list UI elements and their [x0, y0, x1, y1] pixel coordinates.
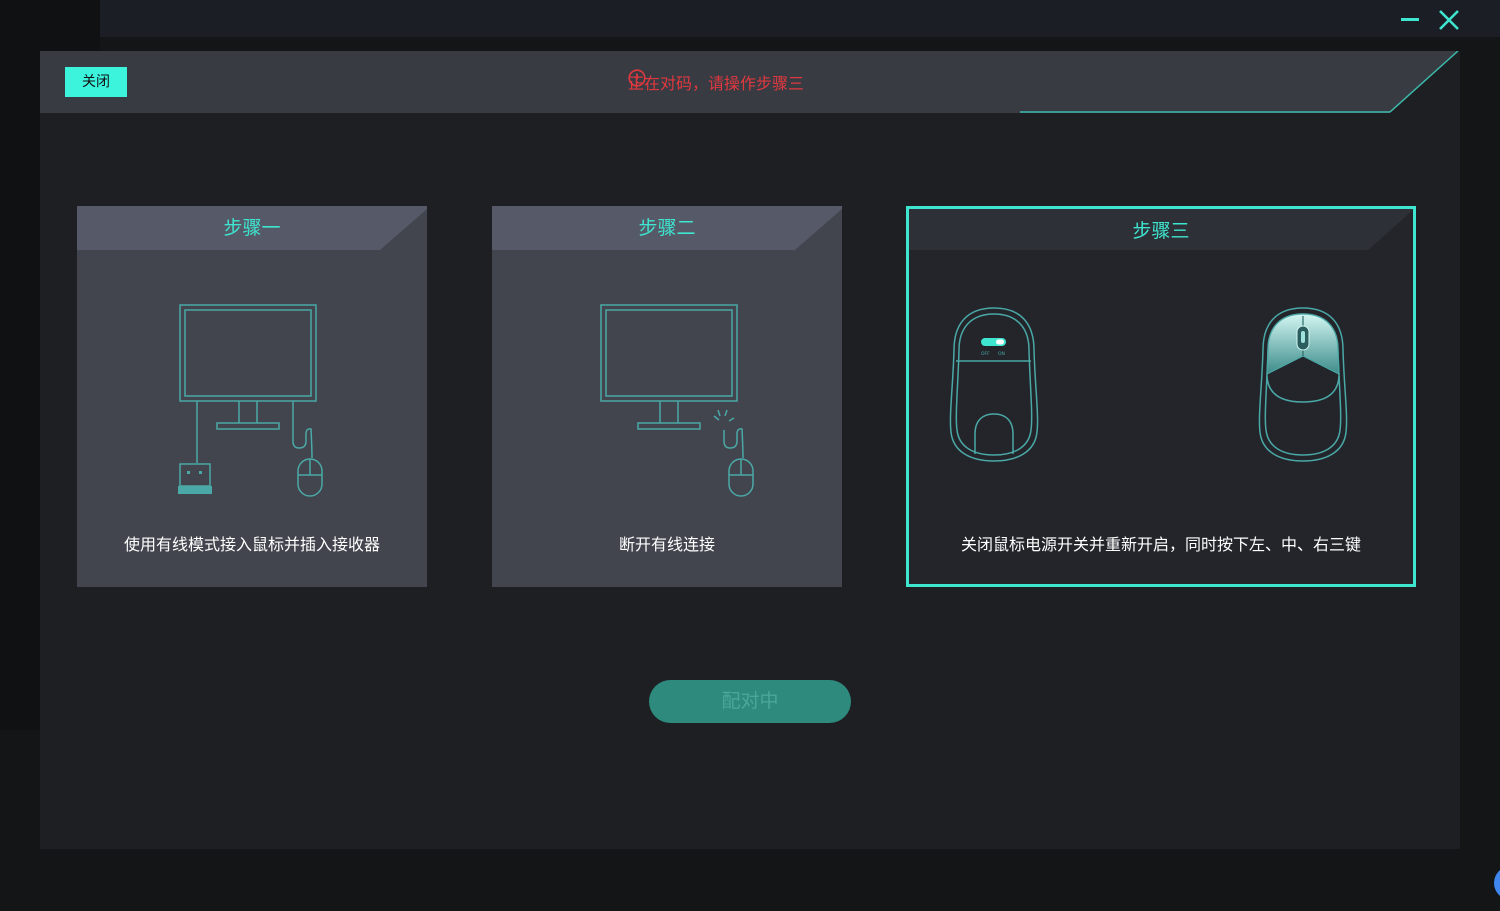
step-two-header: 步骤二 [492, 206, 842, 250]
alert-circle-icon [628, 69, 646, 87]
step-three-title: 步骤三 [1132, 220, 1190, 242]
switch-off-label: OFF [981, 351, 990, 357]
step-two-card: 步骤二 断开有线连接 [492, 206, 842, 587]
close-icon[interactable] [1437, 8, 1461, 32]
step-two-title: 步骤二 [638, 217, 696, 239]
switch-on-label: ON [998, 351, 1005, 357]
background-top-bar [100, 0, 1500, 37]
step-three-description: 关闭鼠标电源开关并重新开启，同时按下左、中、右三键 [960, 535, 1361, 554]
step-one-title: 步骤一 [223, 217, 281, 239]
mouse-three-buttons-icon [1258, 307, 1348, 462]
monitor-unplug-mouse-icon [600, 304, 754, 497]
step-three-card: 步骤三 OFF ON 关闭鼠标电源开关并重新开启，同时按下左、中、右三键 [906, 206, 1416, 587]
step-one-header: 步骤一 [77, 206, 427, 250]
dialog-header: 关闭 正在对码，请操作步骤三 [40, 51, 1460, 113]
mouse-power-switch-icon: OFF ON [949, 307, 1039, 462]
pairing-status-text: 正在对码，请操作步骤三 [628, 74, 805, 93]
close-button[interactable]: 关闭 [65, 67, 127, 97]
step-one-card: 步骤一 使用有线模式接入鼠标并插入接收器 [77, 206, 427, 587]
pairing-status: 正在对码，请操作步骤三 [628, 69, 804, 95]
monitor-receiver-mouse-icon [178, 304, 323, 497]
floating-assistant-badge[interactable] [1494, 866, 1500, 900]
step-three-header: 步骤三 [909, 209, 1413, 253]
pairing-button[interactable]: 配对中 [649, 680, 851, 723]
step-two-description: 断开有线连接 [618, 535, 715, 554]
pairing-dialog: 关闭 正在对码，请操作步骤三 步骤一 使用有线模式接入鼠标并插入接收器 步骤二 … [40, 51, 1460, 849]
step-one-description: 使用有线模式接入鼠标并插入接收器 [123, 535, 380, 554]
minimize-icon[interactable] [1399, 11, 1421, 27]
